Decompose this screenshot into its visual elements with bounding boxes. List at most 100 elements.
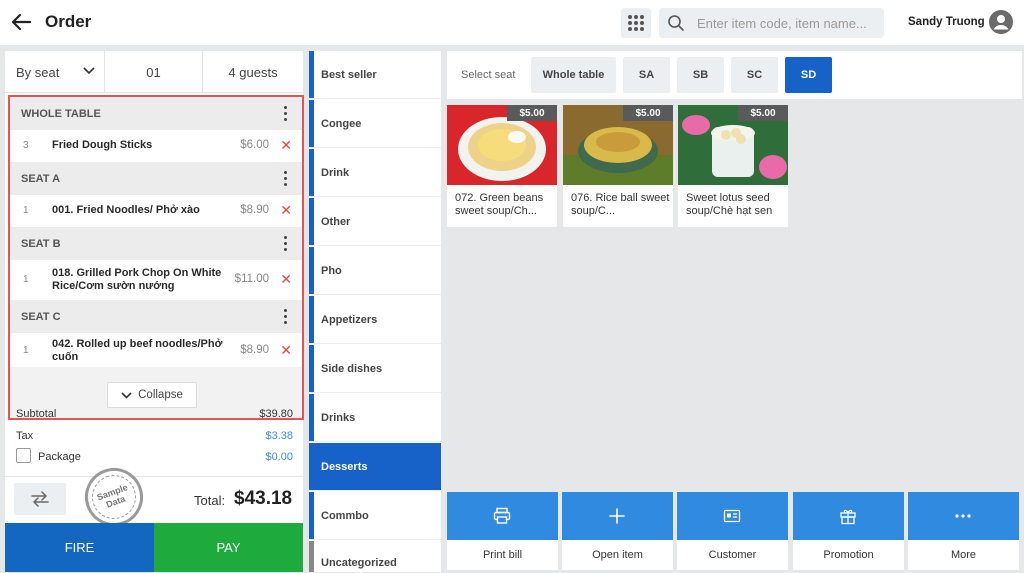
kebab-menu-icon[interactable] [284,236,288,252]
action-icon-area [793,492,904,540]
print-bill-button[interactable]: Print bill [447,492,558,570]
category-label: Pho [321,265,342,277]
subtotal-value: $39.80 [259,408,293,420]
table-number[interactable]: 01 [105,51,203,93]
order-item[interactable]: 1 018. Grilled Pork Chop On White Rice/C… [10,260,302,300]
order-item[interactable]: 1 001. Fried Noodles/ Phở xào $8.90 ✕ [10,195,302,227]
tax-value[interactable]: $3.38 [265,430,293,442]
delete-icon[interactable]: ✕ [280,342,292,359]
category-label: Side dishes [321,363,383,375]
search-input[interactable] [697,12,877,34]
avatar-icon[interactable] [989,10,1013,34]
group-label: SEAT B [21,238,61,250]
product-card[interactable]: $5.00 076. Rice ball sweet soup/C... [563,105,673,227]
package-label: Package [38,451,81,463]
fire-button[interactable]: FIRE [5,523,154,572]
collapse-button[interactable]: Collapse [107,382,197,408]
category-color-bar [309,247,314,294]
kebab-menu-icon[interactable] [284,106,288,122]
guest-count[interactable]: 4 guests [203,51,303,93]
delete-icon[interactable]: ✕ [280,202,292,219]
delete-icon[interactable]: ✕ [280,137,292,154]
transfer-button[interactable] [14,483,66,515]
gift-icon [840,509,856,525]
seat-option-whole-table[interactable]: Whole table [531,57,616,93]
order-item[interactable]: 3 Fried Dough Sticks $6.00 ✕ [10,130,302,162]
action-icon-area [447,492,558,540]
seat-mode-dropdown[interactable]: By seat [5,51,105,93]
category-label: Drink [321,167,350,179]
category-commbo[interactable]: Commbo [309,492,441,540]
category-desserts[interactable]: Desserts [309,443,441,491]
item-qty: 3 [23,140,29,151]
subtotal-label: Subtotal [16,408,57,420]
page-title: Order [45,12,92,31]
kebab-menu-icon[interactable] [284,171,288,187]
seat-option-sa[interactable]: SA [623,57,670,93]
product-card[interactable]: $5.00 Sweet lotus seed soup/Chè hạt sen [678,105,788,227]
seat-option-sd[interactable]: SD [785,57,832,93]
action-label: Promotion [823,549,874,561]
app-header: Order Sandy Truong [0,0,1024,45]
action-label: Print bill [482,549,523,561]
order-item[interactable]: 1 042. Rolled up beef noodles/Phở cuốn $… [10,333,302,367]
action-label: More [950,549,977,561]
id-card-icon [723,509,741,523]
category-color-bar [309,100,314,147]
category-color-bar [309,198,314,245]
package-value[interactable]: $0.00 [265,451,293,463]
user-name: Sandy Truong [908,16,985,28]
group-label: WHOLE TABLE [21,108,101,120]
kebab-menu-icon[interactable] [284,309,288,325]
item-price: $6.00 [240,139,269,151]
seat-bar: By seat 01 4 guests [5,51,303,93]
seat-selector: Select seat Whole table SA SB SC SD [447,51,1022,99]
pay-button[interactable]: PAY [154,523,303,572]
grid-menu-button[interactable] [621,8,651,38]
promotion-button[interactable]: Promotion [793,492,904,570]
product-card[interactable]: $5.00 072. Green beans sweet soup/Ch... [447,105,557,227]
category-best-seller[interactable]: Best seller [309,51,441,99]
customer-button[interactable]: Customer [677,492,788,570]
search-icon [668,15,684,31]
seat-option-sc[interactable]: SC [731,57,778,93]
delete-icon[interactable]: ✕ [280,271,292,288]
more-dots-icon [955,514,971,518]
search-box [659,8,884,38]
seat-option-sb[interactable]: SB [677,57,724,93]
chevron-down-icon [83,67,95,75]
category-color-bar [309,296,314,343]
printer-icon [493,507,511,524]
category-list: Best seller Congee Drink Other Pho Appet… [309,51,441,573]
category-drink[interactable]: Drink [309,149,441,197]
action-label: Open item [592,549,643,561]
category-color-bar [309,541,314,572]
category-color-bar [309,492,314,539]
order-items-list: WHOLE TABLE 3 Fried Dough Sticks $6.00 ✕… [8,95,304,420]
product-name: 076. Rice ball sweet soup/C... [571,192,670,217]
action-label: Customer [708,549,757,561]
group-label: SEAT A [21,173,61,185]
seat-mode-label: By seat [16,64,60,80]
category-appetizers[interactable]: Appetizers [309,296,441,344]
package-checkbox[interactable] [16,448,31,463]
category-other[interactable]: Other [309,198,441,246]
item-qty: 1 [23,205,29,216]
price-tag: $5.00 [738,105,788,121]
more-button[interactable]: More [908,492,1019,570]
category-drinks[interactable]: Drinks [309,394,441,442]
category-label: Other [321,216,351,228]
category-congee[interactable]: Congee [309,100,441,148]
open-item-button[interactable]: Open item [562,492,673,570]
category-color-bar [309,149,314,196]
select-seat-label: Select seat [461,69,516,81]
category-side-dishes[interactable]: Side dishes [309,345,441,393]
action-icon-area [677,492,788,540]
category-uncategorized[interactable]: Uncategorized [309,541,441,573]
category-pho[interactable]: Pho [309,247,441,295]
back-arrow-icon[interactable] [10,11,32,33]
total-label: Total: [194,493,226,508]
category-label: Drinks [321,412,356,424]
subtotal-row: Subtotal $39.80 [16,408,293,420]
item-name: 042. Rolled up beef noodles/Phở cuốn [52,338,223,363]
